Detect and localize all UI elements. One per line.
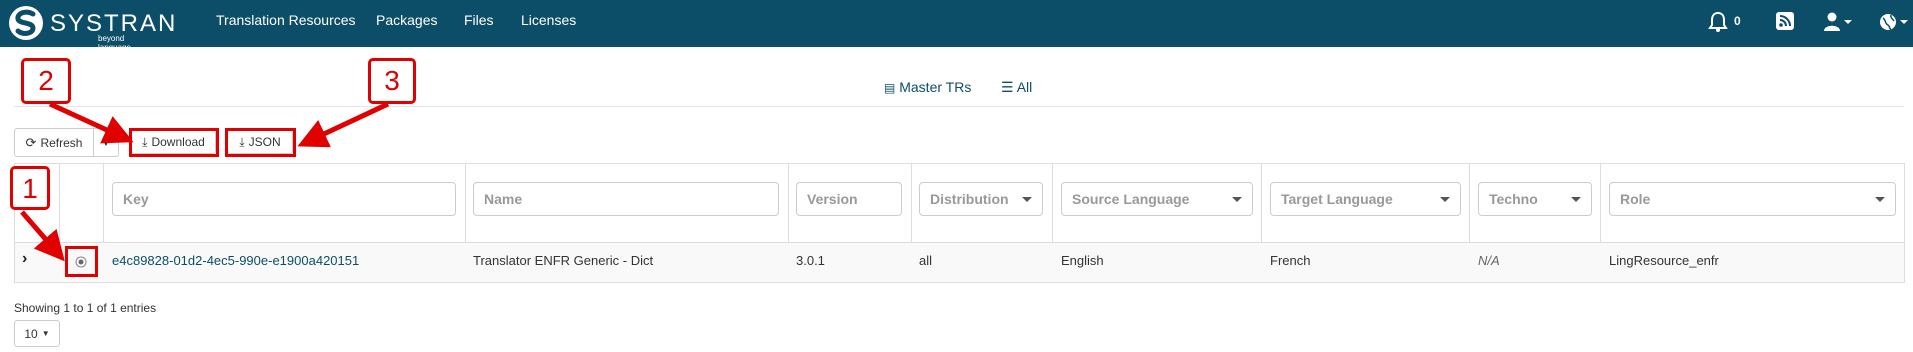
arrow-2 <box>48 101 134 144</box>
annotation-arrows <box>20 101 390 262</box>
arrow-3 <box>297 101 390 148</box>
arrow-1 <box>20 210 65 262</box>
